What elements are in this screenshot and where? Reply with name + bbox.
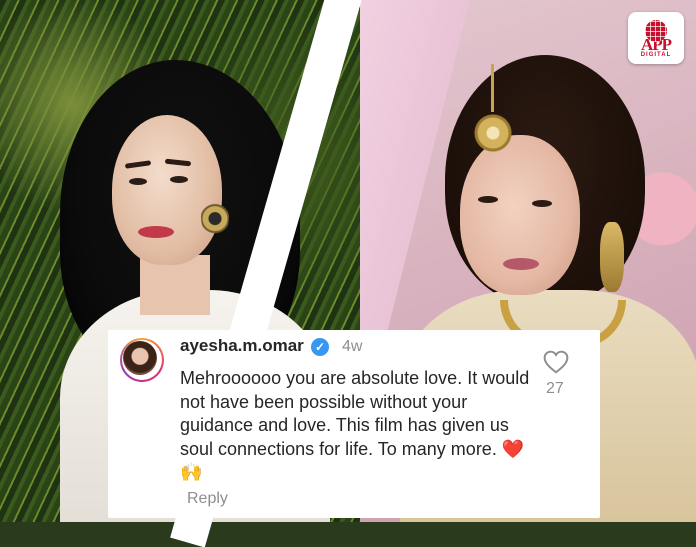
heart-icon[interactable] [543, 350, 569, 374]
globe-icon [645, 20, 667, 42]
right-photo-face [460, 135, 580, 295]
comment-username[interactable]: ayesha.m.omar [180, 336, 304, 356]
comment-time: 4w [342, 338, 363, 355]
app-digital-logo: APP DIGITAL [628, 12, 684, 64]
like-count: 27 [546, 380, 564, 397]
left-photo-eye [129, 178, 147, 185]
right-photo-tikka-chain [491, 64, 494, 112]
left-photo-earring [201, 190, 229, 242]
comment-body: Mehroooooo you are absolute love. It wou… [180, 368, 530, 459]
right-photo-lips [503, 258, 539, 270]
avatar[interactable] [120, 338, 164, 382]
right-photo-eye [478, 196, 498, 203]
comment-text: Mehroooooo you are absolute love. It wou… [180, 367, 540, 485]
right-photo-tikka [474, 108, 512, 158]
verified-badge-icon: ✓ [311, 338, 329, 356]
right-photo-earring [600, 222, 624, 292]
reply-button[interactable]: Reply [187, 490, 228, 508]
logo-sub: DIGITAL [640, 52, 672, 58]
left-photo-face [112, 115, 222, 265]
right-photo-eye [532, 200, 552, 207]
left-photo-eye [170, 176, 188, 183]
avatar-photo [123, 341, 157, 375]
left-photo-lips [138, 226, 174, 238]
instagram-comment: ayesha.m.omar ✓ 4w Mehroooooo you are ab… [108, 330, 600, 518]
